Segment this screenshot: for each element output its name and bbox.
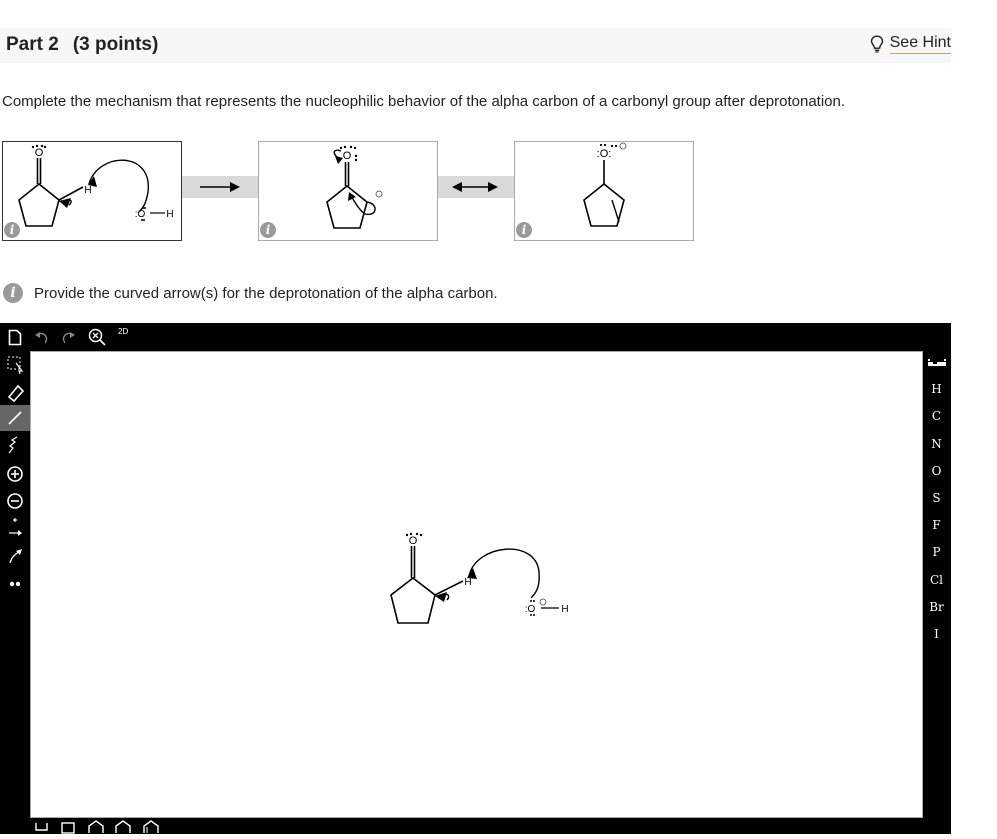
hydroxide-hydrogen-label: H [561, 604, 568, 615]
mechanism-step-1[interactable]: O H :O H i [2, 141, 182, 241]
cyclobutane-template-icon[interactable] [61, 822, 75, 834]
alpha-hydrogen-label: H [84, 185, 91, 196]
2d-clean-icon[interactable]: 2D [118, 327, 128, 336]
forward-reaction-arrow [182, 176, 258, 198]
redo-icon[interactable] [60, 331, 76, 345]
structure-editor: 2D O H:O H H C N O S F P Cl Br I [0, 323, 951, 834]
points-label: (3 points) [72, 34, 159, 55]
info-icon[interactable]: i [260, 222, 276, 238]
zoom-clear-icon[interactable] [88, 328, 106, 346]
part-header: Part 2 (3 points) See Hint [0, 28, 951, 63]
part-title: Part 2 (3 points) [6, 34, 158, 56]
element-button-br[interactable]: Br [922, 600, 951, 614]
drawing-canvas[interactable]: O H :O H [30, 351, 923, 818]
hydroxide-oxygen-label: :O [135, 209, 146, 220]
lightbulb-icon [870, 35, 883, 53]
resonance-arrow [438, 176, 514, 198]
benzene-template-icon[interactable] [143, 820, 159, 833]
carbonyl-oxygen-label: O [35, 147, 44, 159]
single-bond-icon[interactable] [0, 405, 30, 431]
see-hint-link[interactable]: See Hint [870, 34, 951, 54]
canvas-molecule: O H :O H [390, 532, 569, 624]
new-document-icon[interactable] [8, 329, 22, 346]
question-prompt: Complete the mechanism that represents t… [2, 93, 846, 110]
charge-arrow-icon[interactable] [0, 515, 30, 541]
positive-charge-icon[interactable] [0, 461, 30, 487]
ring-template-toolbar [34, 818, 164, 834]
element-button-f[interactable]: F [922, 518, 951, 532]
info-icon[interactable]: i [3, 283, 23, 303]
part-label: Part 2 [6, 34, 59, 55]
element-button-n[interactable]: N [922, 437, 951, 451]
element-button-p[interactable]: P [922, 545, 951, 559]
enolate-oxygen-label: :O: [597, 148, 612, 160]
element-button-i[interactable]: I [922, 627, 951, 641]
undo-icon[interactable] [34, 331, 50, 345]
info-icon[interactable]: i [4, 222, 20, 238]
cyclopentane-template-icon[interactable] [88, 820, 104, 833]
eraser-icon[interactable] [0, 379, 30, 405]
periodic-table-icon[interactable] [928, 358, 946, 366]
carbonyl-oxygen-label: O [343, 150, 352, 162]
carbonyl-oxygen-label: O [409, 535, 418, 547]
element-button-c[interactable]: C [922, 409, 951, 423]
negative-charge-icon[interactable] [0, 488, 30, 514]
mechanism-step-2[interactable]: O i [258, 141, 438, 241]
sub-question-text: Provide the curved arrow(s) for the depr… [34, 284, 498, 302]
mechanism-step-3[interactable]: :O: i [514, 141, 694, 241]
cyclopropane-template-icon[interactable] [35, 823, 48, 831]
element-button-h[interactable]: H [922, 382, 951, 396]
lasso-select-icon[interactable] [0, 351, 30, 377]
hydroxide-hydrogen-label: H [166, 209, 173, 220]
lone-pair-icon[interactable] [0, 571, 30, 597]
editor-top-toolbar: 2D [0, 323, 160, 351]
element-button-o[interactable]: O [922, 464, 951, 478]
see-hint-label: See Hint [889, 34, 951, 54]
curved-arrow-icon[interactable] [0, 543, 30, 569]
chain-icon[interactable] [0, 433, 30, 459]
cyclohexane-template-icon[interactable] [115, 820, 131, 833]
sub-question: i Provide the curved arrow(s) for the de… [3, 283, 498, 303]
element-button-cl[interactable]: Cl [922, 573, 951, 587]
info-icon[interactable]: i [516, 222, 532, 238]
alpha-hydrogen-label: H [464, 577, 471, 588]
hydroxide-oxygen-label: :O [525, 604, 536, 615]
element-button-s[interactable]: S [922, 491, 951, 505]
